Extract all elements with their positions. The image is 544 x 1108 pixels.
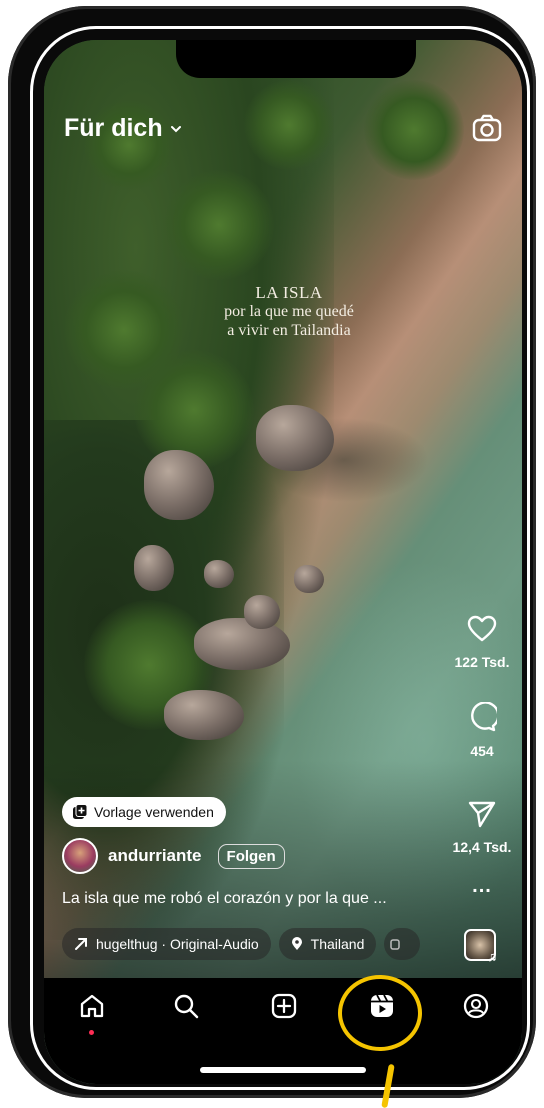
- use-template-label: Vorlage verwenden: [94, 804, 214, 820]
- heart-icon[interactable]: [467, 615, 497, 643]
- share-count: 12,4 Tsd.: [452, 839, 512, 855]
- overlay-line-3: a vivir en Tailandia: [227, 322, 351, 339]
- comment-action[interactable]: 454: [444, 701, 520, 759]
- template-chip[interactable]: [384, 928, 421, 960]
- phone-notch: [176, 40, 416, 78]
- feed-title: Für dich: [64, 114, 163, 142]
- chips-row: hugelthug · Original-Audio Thailand: [62, 928, 421, 960]
- rock: [256, 405, 334, 471]
- more-options-button[interactable]: ...: [444, 875, 520, 898]
- highlight-circle: [338, 975, 422, 1051]
- share-action[interactable]: 12,4 Tsd.: [444, 800, 520, 855]
- author-row: andurriante Folgen: [62, 838, 285, 874]
- bottom-navigation: [44, 978, 522, 1084]
- username[interactable]: andurriante: [108, 846, 202, 866]
- rock: [244, 595, 280, 629]
- location-chip[interactable]: Thailand: [278, 928, 377, 960]
- reels-screen: LA ISLA por la que me quedé a vivir en T…: [44, 40, 522, 1084]
- use-template-button[interactable]: Vorlage verwenden: [62, 797, 226, 827]
- like-action[interactable]: 122 Tsd.: [444, 615, 520, 670]
- palm-tree: [244, 80, 334, 170]
- nav-profile[interactable]: [460, 990, 492, 1022]
- rock: [204, 560, 234, 588]
- home-indicator[interactable]: [200, 1067, 366, 1073]
- rock: [194, 618, 290, 670]
- home-icon[interactable]: [79, 993, 105, 1019]
- template-icon: [390, 939, 401, 950]
- camera-icon[interactable]: [472, 114, 502, 142]
- overlay-line-1: LA ISLA: [255, 283, 323, 302]
- music-note-icon: ♫: [487, 948, 498, 964]
- audio-chip[interactable]: hugelthug · Original-Audio: [62, 928, 271, 960]
- avatar[interactable]: [62, 838, 98, 874]
- palm-tree: [134, 350, 254, 470]
- rock: [134, 545, 174, 591]
- video-text-overlay: LA ISLA por la que me quedé a vivir en T…: [194, 283, 384, 340]
- feed-selector[interactable]: Für dich: [64, 114, 183, 143]
- send-icon[interactable]: [467, 800, 497, 828]
- rock: [144, 450, 214, 520]
- rock: [164, 690, 244, 740]
- follow-button[interactable]: Folgen: [217, 843, 285, 869]
- trending-arrow-icon: [75, 938, 87, 950]
- nav-search[interactable]: [170, 990, 202, 1022]
- chevron-down-icon: [170, 125, 181, 132]
- home-notification-dot: [89, 1030, 94, 1035]
- template-icon: [73, 804, 88, 819]
- profile-icon[interactable]: [463, 993, 489, 1019]
- comment-count: 454: [470, 743, 494, 759]
- palm-tree: [164, 170, 274, 280]
- overlay-line-2: por la que me quedé: [224, 303, 354, 320]
- create-icon[interactable]: [271, 993, 297, 1019]
- location-label: Thailand: [310, 936, 365, 952]
- caption[interactable]: La isla que me robó el corazón y por la …: [62, 890, 387, 908]
- rock: [294, 565, 324, 593]
- audio-label: hugelthug · Original-Audio: [96, 936, 259, 952]
- search-icon[interactable]: [173, 993, 199, 1019]
- comment-icon[interactable]: [467, 701, 500, 732]
- location-pin-icon: [291, 937, 302, 950]
- like-count: 122 Tsd.: [454, 654, 510, 670]
- palm-tree: [364, 80, 464, 180]
- nav-create[interactable]: [268, 990, 300, 1022]
- nav-home[interactable]: [76, 990, 108, 1022]
